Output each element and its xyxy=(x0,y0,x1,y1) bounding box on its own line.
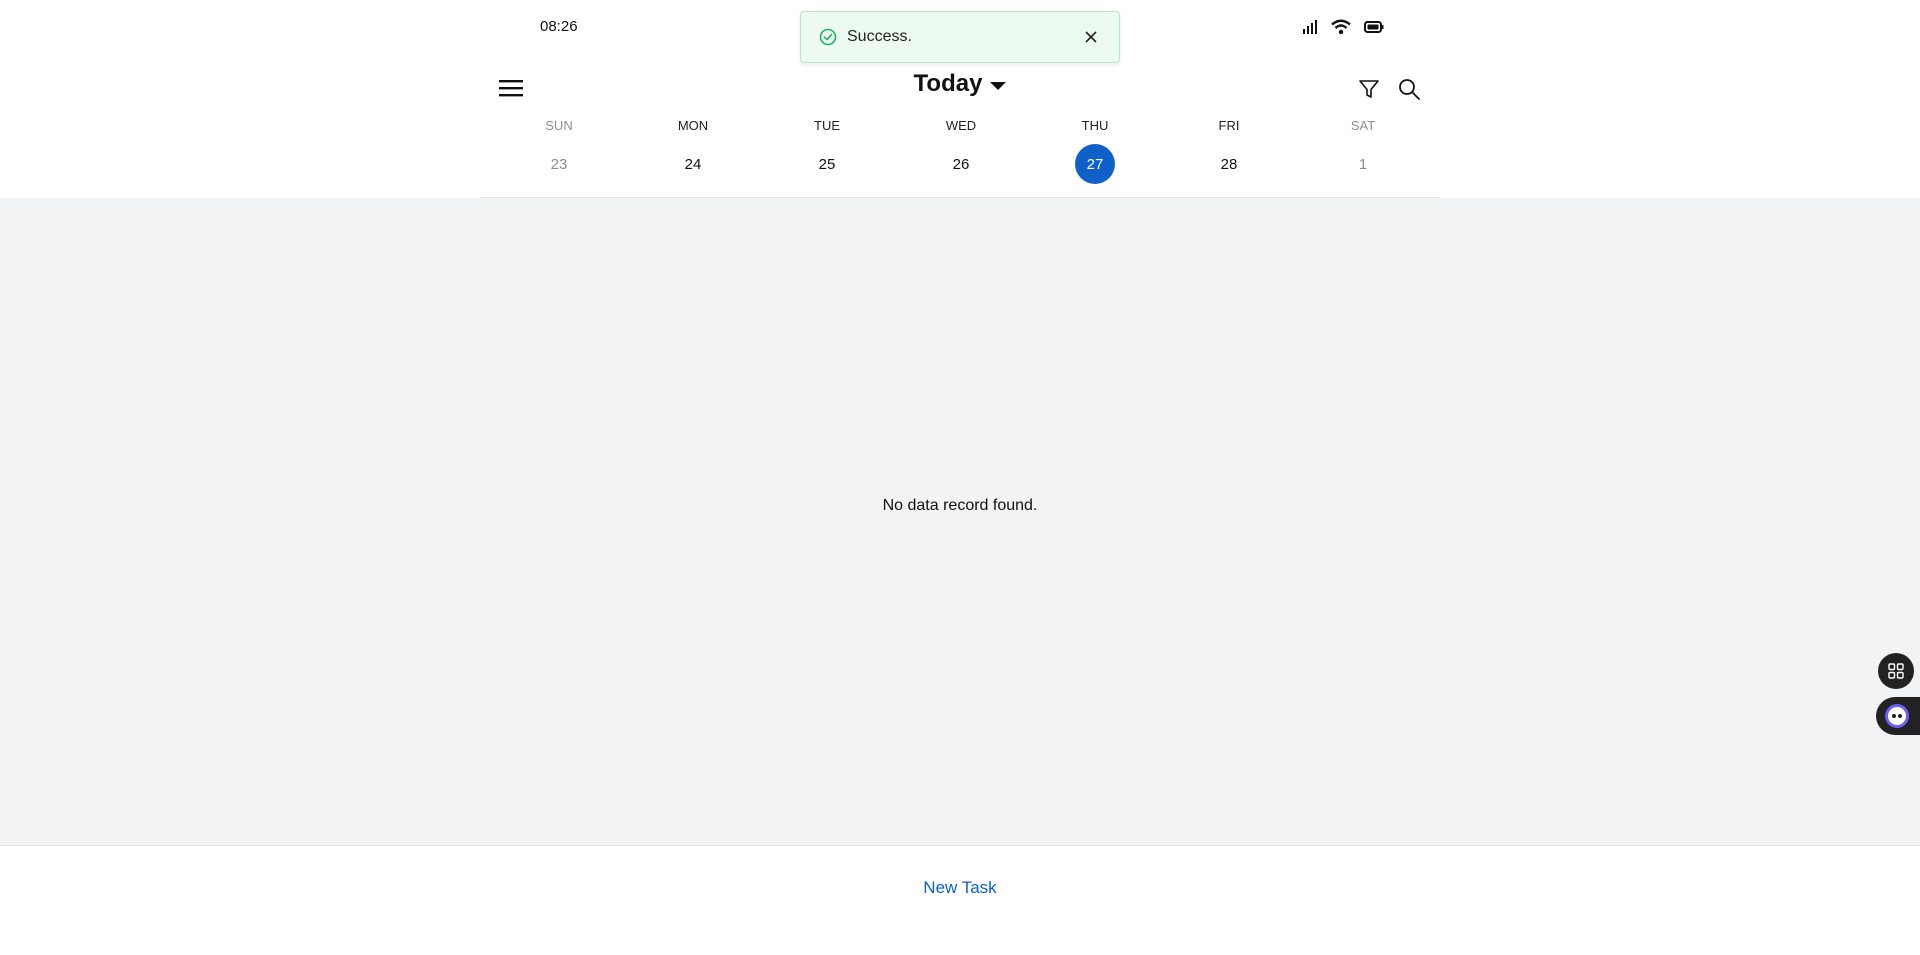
filter-icon xyxy=(1359,80,1379,98)
day-of-week-label: THU xyxy=(1081,118,1109,133)
day-of-week-label: TUE xyxy=(814,118,840,133)
day-sat[interactable]: SAT 1 xyxy=(1296,118,1430,184)
toast-close-button[interactable] xyxy=(1081,27,1101,47)
day-number: 25 xyxy=(818,155,836,173)
day-sun[interactable]: SUN 23 xyxy=(492,118,626,184)
day-of-week-label: WED xyxy=(945,118,977,133)
day-of-week-label: SAT xyxy=(1350,118,1376,133)
footer: New Task xyxy=(0,845,1920,955)
day-fri[interactable]: FRI 28 xyxy=(1162,118,1296,184)
close-icon xyxy=(1085,31,1097,43)
day-number: 28 xyxy=(1220,155,1238,173)
day-number: 1 xyxy=(1358,155,1368,173)
day-tue[interactable]: TUE 25 xyxy=(760,118,894,184)
date-range-dropdown[interactable]: Today xyxy=(914,70,1007,98)
day-of-week-label: SUN xyxy=(545,118,573,133)
status-time: 08:26 xyxy=(540,18,578,35)
week-strip: SUN 23 MON 24 TUE 25 WED 26 THU 27 FRI 2… xyxy=(480,118,1440,184)
filter-button[interactable] xyxy=(1356,76,1382,102)
apps-button[interactable] xyxy=(1878,653,1914,689)
assistant-bot-icon xyxy=(1885,704,1909,728)
day-wed[interactable]: WED 26 xyxy=(894,118,1028,184)
task-calendar-page: 08:26 Today SUN 23 MON 24 TUE 25 WED 26 … xyxy=(0,0,1920,955)
toolbar xyxy=(1356,76,1422,102)
status-icons xyxy=(1302,19,1384,35)
new-task-button[interactable]: New Task xyxy=(0,878,1920,898)
success-toast: Success. xyxy=(800,11,1120,63)
day-number: 23 xyxy=(550,155,568,173)
search-icon xyxy=(1399,79,1420,100)
battery-icon xyxy=(1364,21,1384,33)
day-of-week-label: MON xyxy=(677,118,709,133)
signal-icon xyxy=(1302,20,1318,34)
day-of-week-label: FRI xyxy=(1218,118,1240,133)
day-number: 24 xyxy=(684,155,702,173)
wifi-icon xyxy=(1331,19,1351,35)
apps-grid-icon xyxy=(1888,663,1904,679)
search-button[interactable] xyxy=(1396,76,1422,102)
day-number-selected: 27 xyxy=(1075,144,1115,184)
assistant-button[interactable] xyxy=(1876,697,1920,735)
day-mon[interactable]: MON 24 xyxy=(626,118,760,184)
empty-state-message: No data record found. xyxy=(882,497,1038,514)
chevron-down-icon xyxy=(990,82,1007,90)
day-number: 26 xyxy=(952,155,970,173)
title-wrap: Today xyxy=(480,70,1440,98)
task-list-area: No data record found. xyxy=(0,198,1920,845)
check-circle-icon xyxy=(819,28,837,46)
page-title: Today xyxy=(913,70,983,97)
day-thu[interactable]: THU 27 xyxy=(1028,118,1162,184)
toast-message: Success. xyxy=(847,28,912,45)
